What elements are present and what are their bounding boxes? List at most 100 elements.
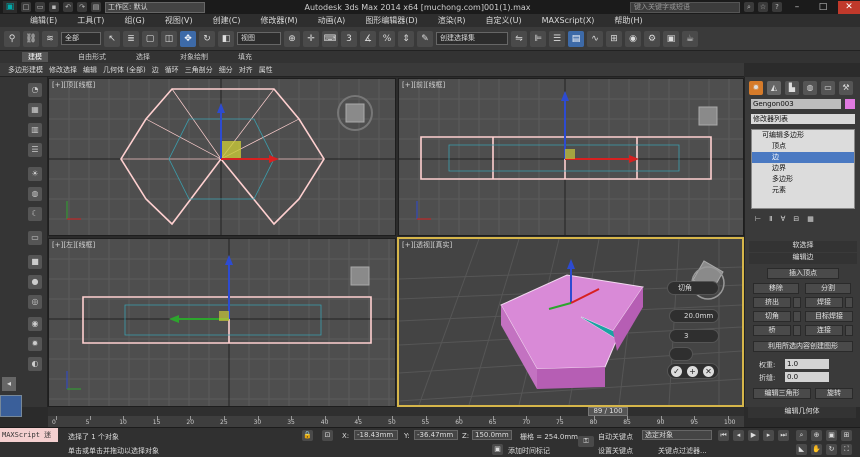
insert-vertex-button[interactable]: 插入顶点 xyxy=(767,268,839,279)
ribbon-tab-populate[interactable]: 填充 xyxy=(238,52,252,62)
stack-item-element[interactable]: 元素 xyxy=(752,185,854,196)
select-rotate-icon[interactable]: ↻ xyxy=(199,30,215,47)
open-file-icon[interactable]: ▭ xyxy=(35,2,45,12)
viewport-top[interactable]: [+][顶][线框] xyxy=(48,78,396,236)
save-file-icon[interactable]: ▪ xyxy=(49,2,59,12)
stack-item-edge[interactable]: 边 xyxy=(752,152,854,163)
next-frame-icon[interactable]: ▸ xyxy=(763,430,774,441)
ribbon-tris[interactable]: 三角剖分 xyxy=(185,65,213,75)
select-manipulate-icon[interactable]: ✛ xyxy=(303,30,319,47)
menu-customize[interactable]: 自定义(U) xyxy=(486,15,522,26)
menu-group[interactable]: 组(G) xyxy=(124,15,144,26)
prev-frame-icon[interactable]: ◂ xyxy=(733,430,744,441)
redo-icon[interactable]: ↷ xyxy=(77,2,87,12)
ribbon-tab-freeform[interactable]: 自由形式 xyxy=(78,52,106,62)
rect-selection-icon[interactable]: ▢ xyxy=(142,30,158,47)
select-by-name-icon[interactable]: ≣ xyxy=(123,30,139,47)
workspace-select[interactable]: 工作区: 默认 xyxy=(105,1,205,13)
caddy-apply-icon[interactable]: + xyxy=(687,366,698,377)
ribbon-geometry-all[interactable]: 几何体 (全部) xyxy=(103,65,146,75)
ribbon-modify-selection[interactable]: 修改选择 xyxy=(49,65,77,75)
auto-key-button[interactable]: 自动关键点 xyxy=(598,432,633,442)
angle-snap-icon[interactable]: ∡ xyxy=(360,30,376,47)
sun-icon[interactable]: ✹ xyxy=(28,337,42,351)
extrude-settings-button[interactable] xyxy=(793,297,801,308)
sphere-icon[interactable]: ● xyxy=(28,275,42,289)
torus-icon[interactable]: ◎ xyxy=(28,295,42,309)
menu-create[interactable]: 创建(C) xyxy=(213,15,241,26)
zoom-icon[interactable]: ⌕ xyxy=(796,430,807,441)
stack-item-border[interactable]: 边界 xyxy=(752,163,854,174)
menu-edit[interactable]: 编辑(E) xyxy=(30,15,57,26)
bind-space-warp-icon[interactable]: ≋ xyxy=(42,30,58,47)
menu-maxscript[interactable]: MAXScript(X) xyxy=(542,16,595,25)
reference-coord-dropdown[interactable]: 视图 xyxy=(237,32,281,45)
caddy-ok-icon[interactable]: ✓ xyxy=(671,366,682,377)
select-scale-icon[interactable]: ◧ xyxy=(218,30,234,47)
make-unique-icon[interactable]: ∀ xyxy=(781,215,786,223)
extrude-button[interactable]: 挤出 xyxy=(753,297,791,308)
menu-tools[interactable]: 工具(T) xyxy=(77,15,104,26)
connect-button[interactable]: 连接 xyxy=(805,325,843,336)
time-tag-icon[interactable]: ▣ xyxy=(492,444,503,455)
object-color-swatch[interactable] xyxy=(845,99,855,109)
weld-settings-button[interactable] xyxy=(845,297,853,308)
go-to-end-icon[interactable]: ⏭ xyxy=(778,430,789,441)
viewport-front-label[interactable]: [+][前][线框] xyxy=(402,80,445,90)
globe-icon[interactable]: ◍ xyxy=(28,187,42,201)
weight-field[interactable]: 1.0 xyxy=(785,359,829,369)
ribbon-edges[interactable]: 边 xyxy=(152,65,159,75)
select-move-icon[interactable]: ✥ xyxy=(180,30,196,47)
spinner-snap-icon[interactable]: ⇕ xyxy=(398,30,414,47)
search-input[interactable]: 键入关键字或短语 xyxy=(630,1,740,13)
ribbon-tab-modeling[interactable]: 建模 xyxy=(22,52,48,62)
field-of-view-icon[interactable]: ◣ xyxy=(796,444,807,455)
ribbon-loops[interactable]: 循环 xyxy=(165,65,179,75)
motion-tab-icon[interactable]: ◍ xyxy=(803,81,817,95)
chamfer-button[interactable]: 切角 xyxy=(753,311,791,322)
zoom-extents-icon[interactable]: ▣ xyxy=(826,430,837,441)
zoom-extents-all-icon[interactable]: ⊞ xyxy=(841,430,852,441)
viewport-front[interactable]: [+][前][线框] xyxy=(398,78,744,236)
viewport-top-label[interactable]: [+][顶][线框] xyxy=(52,80,95,90)
z-coord-field[interactable]: 150.0mm xyxy=(472,430,512,440)
list-icon[interactable]: ☰ xyxy=(28,143,42,157)
ribbon-poly-modeling[interactable]: 多边形建模 xyxy=(8,65,43,75)
curve-editor-icon[interactable]: ∿ xyxy=(587,30,603,47)
viewport-grid-icon[interactable] xyxy=(0,395,22,417)
caddy-cancel-icon[interactable]: ✕ xyxy=(703,366,714,377)
split-button[interactable]: 分割 xyxy=(805,283,851,294)
remove-modifier-icon[interactable]: ⊟ xyxy=(793,215,799,223)
percent-snap-icon[interactable]: % xyxy=(379,30,395,47)
time-slider-thumb[interactable]: 89 / 100 xyxy=(588,407,628,416)
time-slider[interactable]: 89 / 100 xyxy=(48,407,744,416)
menu-animation[interactable]: 动画(A) xyxy=(318,15,346,26)
rollout-soft-selection[interactable]: 软选择 xyxy=(749,241,857,252)
window-crossing-icon[interactable]: ◫ xyxy=(161,30,177,47)
scene-explorer-icon[interactable]: ▥ xyxy=(28,123,42,137)
align-icon[interactable]: ⊫ xyxy=(530,30,546,47)
pin-stack-icon[interactable]: ⊢ xyxy=(755,215,761,223)
y-coord-field[interactable]: -36.47mm xyxy=(414,430,458,440)
close-button[interactable]: ✕ xyxy=(838,0,860,14)
set-key-button[interactable]: 设置关键点 xyxy=(598,446,633,456)
utilities-tab-icon[interactable]: ⚒ xyxy=(839,81,853,95)
menu-graph-editors[interactable]: 图形编辑器(D) xyxy=(365,15,417,26)
connect-settings-button[interactable] xyxy=(845,325,853,336)
zoom-all-icon[interactable]: ⊕ xyxy=(811,430,822,441)
render-setup-icon[interactable]: ⚙ xyxy=(644,30,660,47)
create-tab-icon[interactable]: ✹ xyxy=(749,81,763,95)
collapse-icon[interactable]: ◂ xyxy=(2,377,16,391)
viewport-perspective[interactable]: [+][透视][真实] 切角 20.0mm 3 ✓ + ✕ xyxy=(397,237,744,407)
modify-tab-icon[interactable]: ◭ xyxy=(767,81,781,95)
chamfer-settings-button[interactable] xyxy=(793,311,801,322)
ribbon-align[interactable]: 对齐 xyxy=(239,65,253,75)
ribbon-edit[interactable]: 编辑 xyxy=(83,65,97,75)
rollout-edit-geometry[interactable]: 编辑几何体 xyxy=(748,407,856,418)
time-ruler[interactable]: 0 5 10 15 20 25 30 35 40 45 50 55 60 65 70 75 80 85 90 95 10… xyxy=(48,416,744,427)
caddy-amount-field[interactable]: 20.0mm xyxy=(669,309,719,323)
render-production-icon[interactable]: ☕ xyxy=(682,30,698,47)
layer-manager-icon[interactable]: ☰ xyxy=(549,30,565,47)
key-icon[interactable]: ⚿ xyxy=(578,436,594,447)
help-icon[interactable]: ? xyxy=(772,2,782,12)
